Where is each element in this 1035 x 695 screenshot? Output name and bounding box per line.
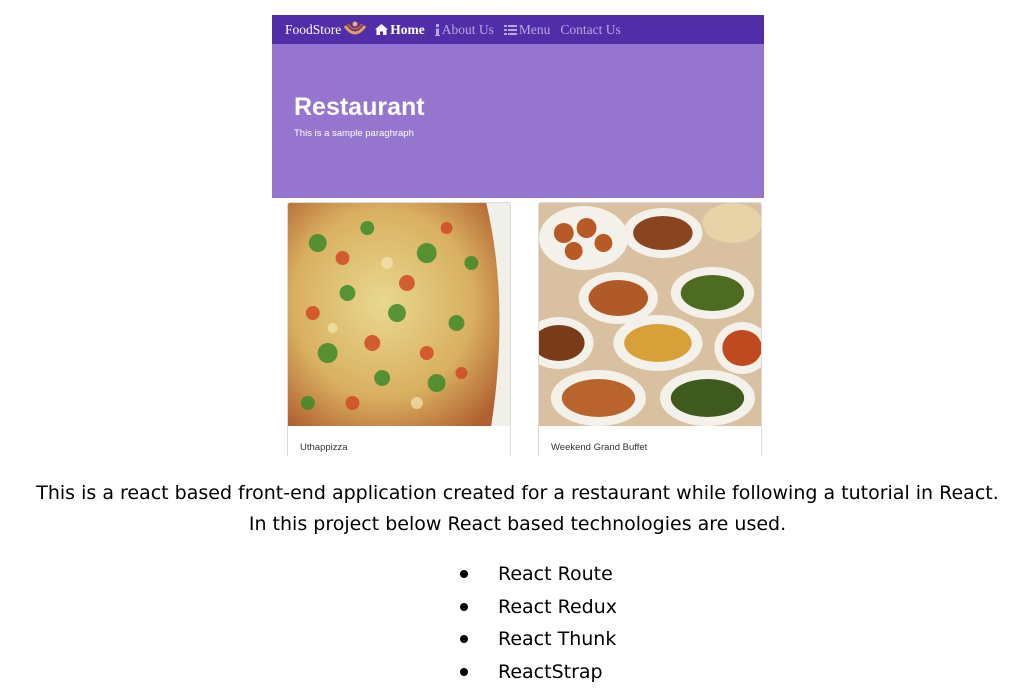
- brand[interactable]: FoodStore: [285, 21, 367, 38]
- bullet-icon: [460, 602, 468, 611]
- bullet-icon: [460, 635, 468, 644]
- info-icon: [434, 23, 440, 36]
- nav-about[interactable]: About Us: [434, 21, 494, 38]
- technology-name: React Thunk: [498, 628, 617, 651]
- nav-contact[interactable]: Contact Us: [560, 22, 620, 38]
- dish-title: Weekend Grand Buffet: [551, 442, 648, 453]
- jumbotron: Restaurant This is a sample paraghraph: [272, 44, 764, 198]
- nav-menu-label: Menu: [518, 21, 551, 37]
- navbar: FoodStore Home About Us Menu Contact Us: [272, 15, 764, 44]
- logo-icon: [344, 21, 367, 34]
- list-item: ReactStrap: [457, 656, 617, 689]
- jumbotron-title: Restaurant: [294, 93, 425, 121]
- app-screenshot: FoodStore Home About Us Menu Contact Us …: [272, 15, 764, 456]
- dish-title: Uthappizza: [300, 442, 348, 453]
- dish-card[interactable]: Weekend Grand Buffet: [538, 202, 762, 456]
- list-icon: [503, 24, 517, 35]
- list-item: React Thunk: [457, 623, 617, 656]
- home-icon: [375, 24, 389, 35]
- brand-name: FoodStore: [285, 21, 342, 37]
- description-line-2: In this project below React based techno…: [248, 513, 787, 535]
- description: This is a react based front-end applicat…: [0, 478, 1035, 540]
- technology-name: React Redux: [498, 595, 618, 618]
- technology-list: React Route React Redux React Thunk Reac…: [457, 558, 617, 688]
- technology-name: ReactStrap: [498, 660, 603, 683]
- list-item: React Redux: [457, 591, 617, 624]
- nav-menu[interactable]: Menu: [503, 21, 551, 38]
- nav-contact-label: Contact Us: [560, 21, 621, 37]
- list-item: React Route: [457, 558, 617, 591]
- nav-about-label: About Us: [441, 21, 494, 37]
- pizza-image: [288, 203, 510, 426]
- technology-name: React Route: [498, 563, 613, 586]
- dish-card[interactable]: Uthappizza: [287, 202, 511, 456]
- bullet-icon: [460, 667, 468, 676]
- nav-home[interactable]: Home: [375, 22, 425, 38]
- bullet-icon: [460, 570, 468, 579]
- dish-cards: Uthappizza Weekend Grand Buffet: [272, 202, 764, 456]
- description-line-1: This is a react based front-end applicat…: [36, 482, 999, 504]
- nav-home-label: Home: [390, 21, 425, 37]
- buffet-image: [539, 203, 761, 426]
- jumbotron-text: This is a sample paraghraph: [294, 128, 414, 139]
